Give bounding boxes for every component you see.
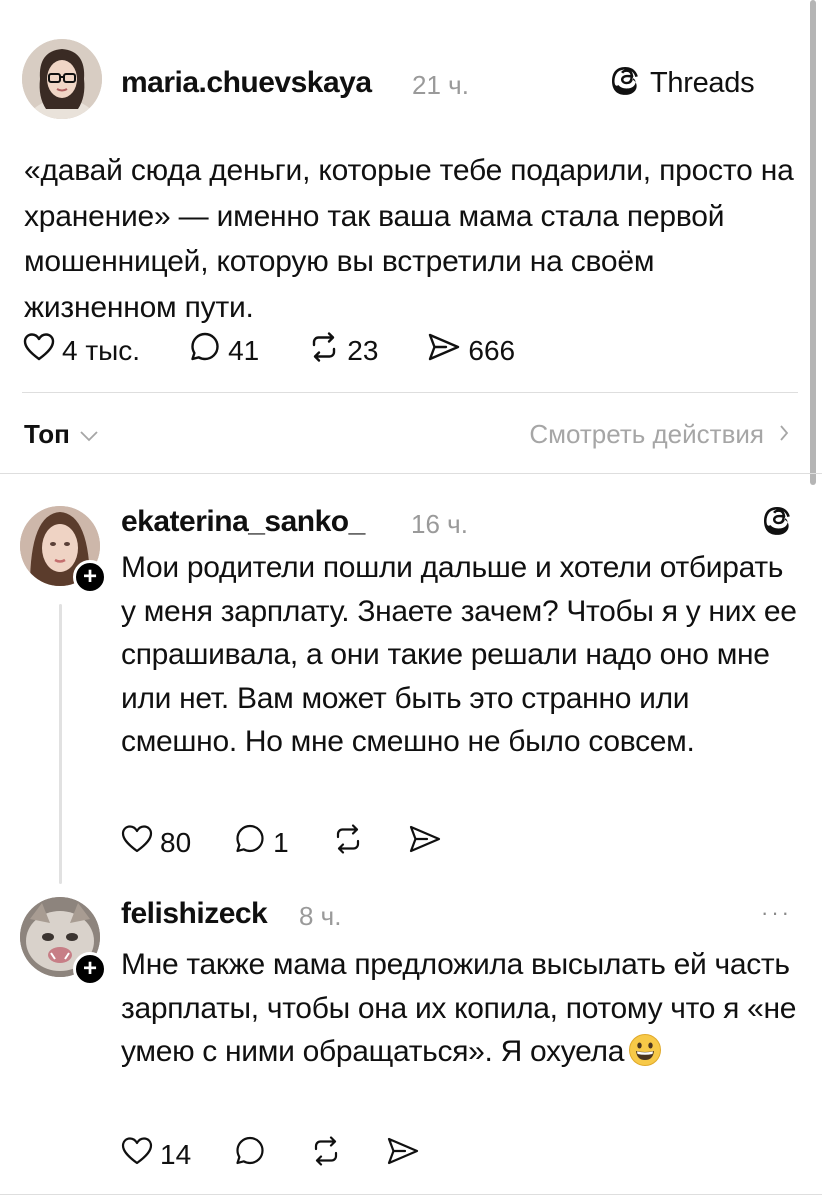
comment-button[interactable]: 1 [233,822,289,863]
post-timestamp: 21 ч. [412,70,469,100]
plus-icon: + [82,563,97,590]
sort-dropdown[interactable]: Топ [24,419,100,450]
threads-label: Threads [650,67,755,99]
comment-count: 1 [273,826,289,858]
main-post: maria.chuevskaya 21 ч. Threads «давай сю… [0,0,822,400]
repost-button[interactable] [309,1134,343,1175]
repost-icon [309,1134,343,1175]
thread-line [59,604,62,884]
reply-timestamp: 16 ч. [411,509,468,539]
reply-timestamp: 8 ч. [299,901,342,931]
reply-text: Мне также мама предложила высылать ей ча… [121,943,801,1074]
post-actions: 4 тыс. 41 23 666 [22,330,563,371]
heart-icon [22,330,56,371]
plus-icon: + [82,955,97,982]
bottom-divider [0,1194,822,1195]
comment-bubble-icon [188,330,222,371]
heart-icon [120,1134,154,1175]
comment-button[interactable]: 41 [188,330,259,371]
like-count: 14 [160,1138,192,1170]
share-button[interactable]: 666 [426,330,515,371]
threads-logo-icon [612,64,642,103]
reply-username[interactable]: ekaterina_sanko_ [121,505,365,539]
chevron-right-icon [778,419,790,450]
follow-button[interactable]: + [73,952,107,986]
follow-button[interactable]: + [73,560,107,594]
share-count: 666 [468,334,516,366]
view-activity-link[interactable]: Смотреть действия [529,419,790,450]
send-icon [407,822,443,863]
reply-username[interactable]: felishizeck [121,897,268,931]
comment-button[interactable] [233,1134,267,1175]
like-button[interactable]: 14 [120,1134,191,1175]
more-options-icon[interactable]: ··· [761,900,792,926]
repost-count: 23 [347,334,379,366]
comment-count: 41 [228,334,260,366]
comment-bubble-icon [233,822,267,863]
repost-icon [331,822,365,863]
chevron-down-icon [78,419,100,450]
share-button[interactable] [407,822,443,863]
smiley-emoji-icon [629,1034,662,1066]
heart-icon [120,822,154,863]
send-icon [385,1134,421,1175]
reply-text-content: Мне также мама предложила высылать ей ча… [121,948,797,1068]
reply-actions: 80 1 [120,822,485,863]
like-count: 4 тыс. [62,334,141,366]
like-button[interactable]: 4 тыс. [22,330,140,371]
sort-label: Топ [24,419,70,449]
view-activity-label: Смотреть действия [529,419,764,449]
repost-button[interactable]: 23 [307,330,378,371]
like-count: 80 [160,826,192,858]
threads-brand[interactable]: Threads [612,64,755,103]
repost-button[interactable] [331,822,365,863]
reply-text: Мои родители пошли дальше и хотели отбир… [121,551,797,758]
threads-logo-icon[interactable] [764,504,794,543]
like-button[interactable]: 80 [120,822,191,863]
sort-divider [0,473,822,474]
share-button[interactable] [385,1134,421,1175]
reply-actions: 14 [120,1134,463,1175]
avatar-image [22,39,102,119]
comment-bubble-icon [233,1134,267,1175]
post-divider [22,392,798,393]
repost-icon [307,330,341,371]
avatar[interactable] [22,39,102,119]
send-icon [426,330,462,371]
post-username[interactable]: maria.chuevskaya [121,66,372,100]
post-text: «давай сюда деньги, которые тебе подарил… [24,154,794,324]
